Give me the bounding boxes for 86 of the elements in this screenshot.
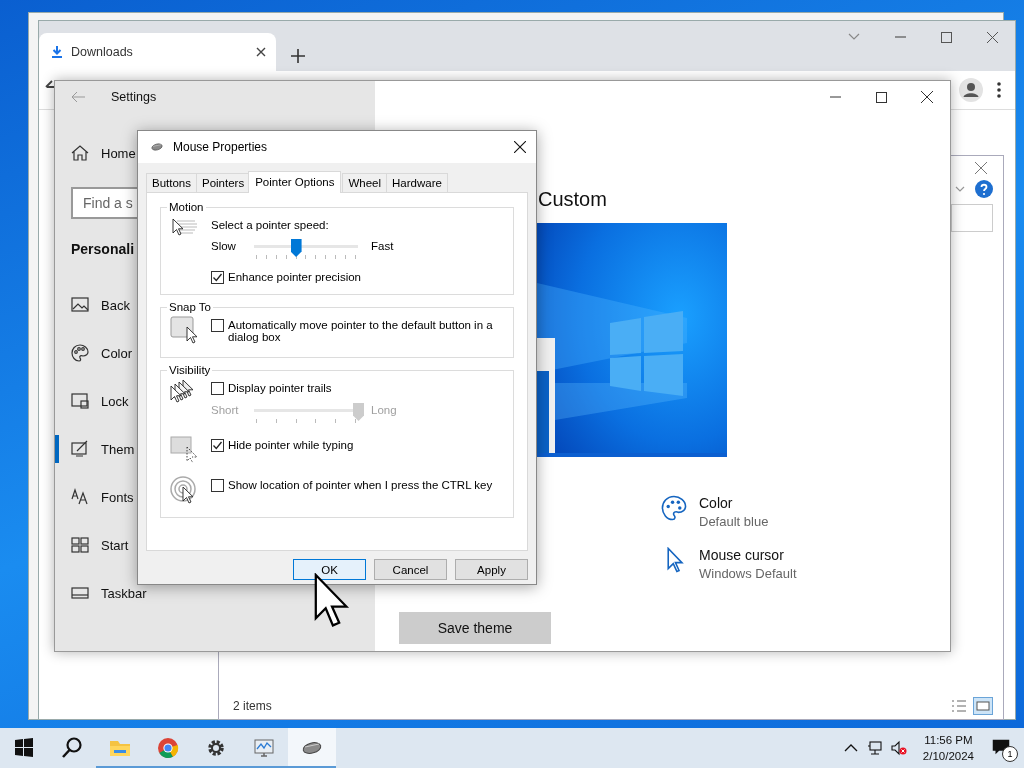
menu-icon[interactable] [997,82,1001,98]
fonts-icon [71,488,89,506]
volume-muted-icon[interactable] [890,740,907,756]
slider-max-label: Fast [371,239,394,252]
close-icon[interactable] [921,91,933,103]
nav-item[interactable]: Color [55,329,138,377]
date-text: 2/10/2024 [922,749,974,764]
checkbox-label: Hide pointer while typing [228,439,354,451]
palette-icon [661,495,687,521]
dialog-title: Mouse Properties [173,140,268,154]
chevron-down-icon[interactable] [955,186,965,192]
slider-min-label: Short [211,403,240,416]
search-field[interactable] [951,204,993,232]
home-icon [71,144,89,162]
checkbox-label: Display pointer trails [228,382,332,394]
profile-icon[interactable] [959,78,983,102]
windows-icon [12,736,36,760]
nav-item[interactable]: Lock [55,377,138,425]
monitor-icon [252,736,276,760]
picture-icon [71,296,89,314]
preview-view-icon[interactable] [973,697,993,715]
detail-label[interactable]: Color [699,495,769,511]
theme-icon [71,440,89,458]
browser-icon [156,736,180,760]
snap-to-icon [169,315,199,345]
lock-screen-icon [71,392,89,410]
browser-tab[interactable]: Downloads [39,33,276,71]
nav-item[interactable]: Them [55,425,139,473]
nav-item[interactable]: Taskbar [55,569,151,617]
taskbar-icon [71,584,89,602]
detail-value: Default blue [699,514,769,529]
nav-item[interactable]: Back [55,281,138,329]
home-nav-item[interactable]: Home [55,129,140,177]
checkbox-label: Automatically move pointer to the default button in a dialog box [228,319,494,343]
tab[interactable]: Hardware [386,173,448,192]
checkbox[interactable] [211,439,224,452]
detail-value: Windows Default [699,566,797,581]
save-theme-button[interactable]: Save theme [399,612,551,644]
detail-label[interactable]: Mouse cursor [699,547,797,563]
new-tab-icon[interactable] [288,49,308,63]
checkbox-label: Show location of pointer when I press the CTRL key [228,479,493,491]
search-icon [60,736,84,760]
notification-count: 1 [1002,746,1018,762]
dialog-button[interactable]: Apply [455,559,528,580]
checkbox[interactable] [211,319,224,332]
group-title: Snap To [168,301,212,313]
theme-heading: Custom [538,188,608,211]
checkbox[interactable] [211,271,224,284]
section-title: Personali [71,241,135,257]
dialog-button[interactable]: OK [293,559,366,580]
help-icon[interactable] [975,180,993,198]
start-icon [71,536,89,554]
checkbox[interactable] [211,382,224,395]
clock[interactable]: 11:56 PM 2/10/2024 [914,732,982,764]
tab[interactable]: Wheel [342,173,388,192]
checkbox[interactable] [211,479,224,492]
dialog-button[interactable]: Cancel [374,559,447,580]
slider-max-label: Long [371,403,397,416]
chevron-down-icon[interactable] [848,33,860,41]
nav-item[interactable]: Fonts [55,473,138,521]
tab[interactable]: Buttons [146,173,197,192]
window-title: Settings [111,90,157,104]
close-icon[interactable] [256,47,266,57]
hide-pointer-icon [169,435,199,465]
checkbox-label: Enhance pointer precision [228,271,361,283]
maximize-icon[interactable] [940,31,952,43]
network-icon[interactable] [866,740,883,756]
slider-min-label: Slow [211,239,237,252]
palette-icon [71,344,89,362]
minimize-icon[interactable] [894,36,906,38]
taskbar-app[interactable] [288,728,336,768]
status-text: 2 items [233,699,272,713]
tab[interactable]: Pointer Options [248,171,342,193]
nav-item[interactable]: Start [55,521,138,569]
slider-thumb[interactable] [290,239,302,257]
slider-label: Select a pointer speed: [211,219,330,231]
maximize-icon[interactable] [875,91,887,103]
download-icon [51,46,63,58]
search-field[interactable]: Find a s [71,187,138,219]
minimize-icon[interactable] [829,96,841,98]
close-icon[interactable] [514,141,526,153]
pointer-location-icon [169,475,199,505]
time-text: 11:56 PM [924,733,973,748]
group-title: Motion [168,201,205,213]
group-title: Visibility [168,364,212,376]
back-arrow-icon[interactable] [45,80,55,89]
